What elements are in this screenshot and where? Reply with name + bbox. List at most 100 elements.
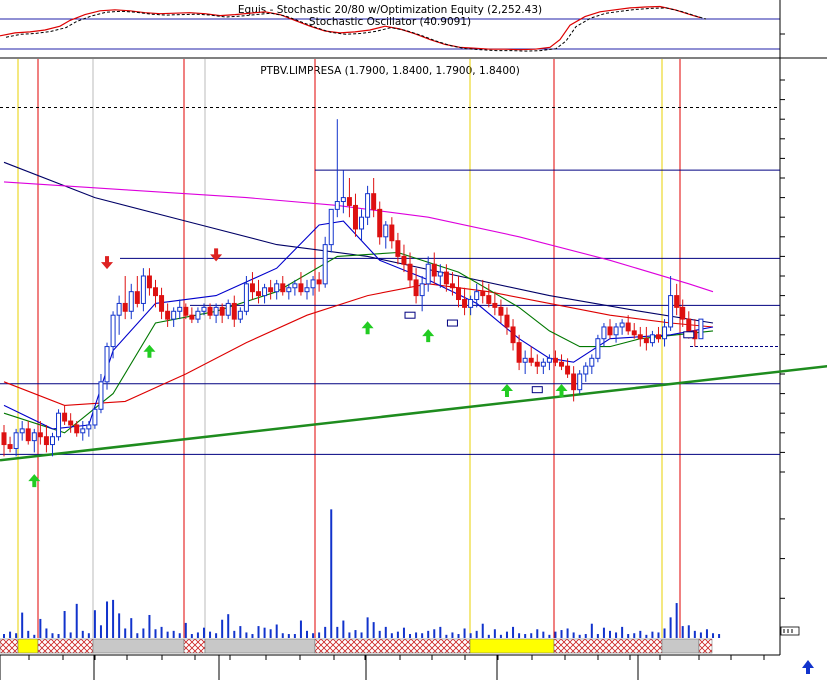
candle-body — [243, 283, 249, 312]
candle-body — [322, 244, 328, 285]
buy-arrow — [422, 329, 435, 343]
volume-bar — [536, 629, 539, 638]
candle-body — [643, 338, 649, 344]
candle-body — [565, 365, 571, 375]
volume-bar — [348, 632, 351, 638]
volume-bar — [572, 632, 575, 638]
candle-body — [401, 255, 407, 265]
candle-body — [262, 287, 268, 297]
volume-bar — [645, 634, 648, 638]
time-axis — [0, 654, 780, 680]
candle-body — [607, 326, 613, 336]
candle-body — [43, 436, 49, 446]
volume-bar — [136, 633, 139, 638]
volume-bar — [148, 614, 151, 638]
volume-bar — [499, 634, 502, 638]
candle-body — [619, 322, 625, 328]
sell-arrow — [210, 248, 223, 262]
volume-bar — [493, 629, 496, 638]
candle-body — [1, 432, 7, 446]
volume-bar — [318, 632, 321, 638]
volume-bar — [651, 631, 654, 638]
candle-body — [37, 432, 43, 438]
stochastic-subtitle: Stochastic Oscillator (40.9091) — [309, 16, 471, 28]
volume-bar — [372, 622, 375, 638]
period-segment — [469, 638, 555, 654]
arrow-up-icon[interactable] — [802, 660, 814, 674]
volume-bar — [705, 629, 708, 638]
candle-body — [377, 208, 383, 238]
volume-bar — [63, 611, 66, 638]
volume-bar — [39, 618, 42, 638]
candle-body — [474, 291, 480, 301]
scale-box-icon[interactable] — [780, 626, 800, 636]
volume-bar — [512, 626, 515, 638]
volume-bar — [415, 632, 418, 638]
candle-body — [468, 299, 474, 308]
volume-bar — [378, 630, 381, 638]
volume-bar — [99, 625, 102, 638]
volume-bar — [475, 630, 478, 638]
period-segment — [0, 638, 19, 654]
period-strip — [0, 638, 713, 654]
stochastic-panel: Equis - Stochastic 20/80 w/Optimization … — [0, 4, 780, 52]
candle-body — [165, 310, 171, 320]
exit-marker — [446, 319, 458, 327]
candle-body — [86, 424, 92, 430]
candle-body — [698, 318, 704, 340]
buy-arrow — [143, 344, 156, 358]
period-segment — [661, 638, 700, 654]
candle-body — [292, 283, 298, 289]
volume-bar — [166, 631, 169, 638]
volume-bar — [505, 631, 508, 638]
cycle-lines — [17, 59, 681, 638]
volume-bar — [439, 626, 442, 638]
candle-body — [225, 302, 231, 316]
candle-body — [443, 271, 449, 285]
volume-bar — [487, 634, 490, 638]
candle-body — [456, 287, 461, 301]
candle-body — [583, 365, 589, 375]
volume-bar — [190, 634, 193, 638]
volume-bar — [178, 633, 181, 638]
candle-body — [68, 420, 74, 426]
volume-bar — [621, 626, 624, 638]
candle-body — [504, 314, 510, 328]
candle-body — [80, 428, 86, 434]
buy-arrow — [361, 321, 374, 335]
volume-bar — [9, 631, 12, 638]
candle-body — [407, 263, 413, 281]
candle-body — [298, 283, 304, 293]
candle-body — [25, 428, 31, 442]
volume-bar — [469, 633, 472, 638]
candle-body — [116, 302, 122, 316]
candle-body — [413, 279, 419, 297]
volume-bar — [542, 631, 545, 638]
candle-body — [310, 279, 316, 289]
price-title: PTBV.LIMPRESA (1.7900, 1.8400, 1.7900, 1… — [260, 65, 520, 77]
candle-body — [571, 373, 577, 391]
moving-average-line — [3, 251, 714, 434]
candle-body — [183, 306, 189, 316]
candle-body — [171, 310, 177, 320]
candle-body — [74, 424, 80, 434]
trendline — [0, 364, 827, 462]
candle-body — [486, 295, 492, 304]
candle-body — [419, 283, 425, 297]
volume-bar — [675, 603, 678, 638]
volume-bar — [427, 630, 430, 638]
candle-body — [395, 240, 401, 257]
stock-chart: Equis - Stochastic 20/80 w/Optimization … — [0, 0, 827, 680]
volume-bar — [360, 632, 363, 638]
volume-bars — [3, 509, 721, 638]
candle-body — [631, 330, 637, 336]
volume-bar — [524, 634, 527, 638]
volume-bar — [384, 626, 387, 638]
volume-bar — [3, 634, 5, 638]
volume-bar — [615, 632, 618, 638]
volume-bar — [669, 617, 672, 638]
candle-body — [637, 334, 643, 340]
candle-body — [140, 275, 146, 304]
volume-bar — [530, 633, 533, 638]
candle-body — [274, 283, 280, 293]
